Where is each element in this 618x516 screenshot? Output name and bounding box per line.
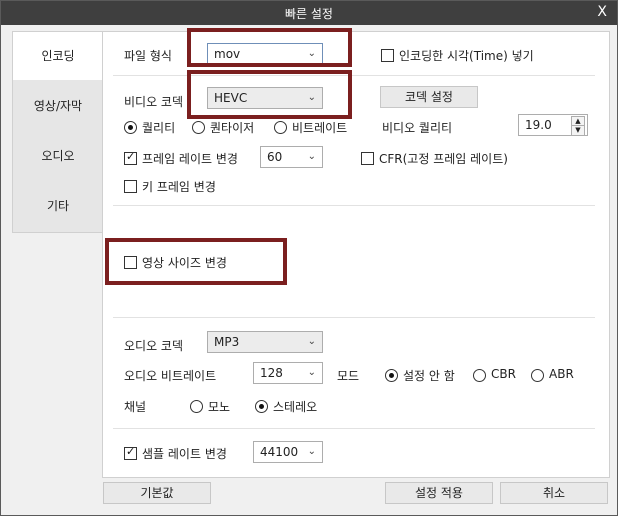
framerate-select[interactable]: 60 ⌄: [260, 146, 323, 168]
close-button[interactable]: X: [597, 4, 607, 20]
sidebar-item-other[interactable]: 기타: [13, 182, 103, 230]
keyframe-label: 키 프레임 변경: [142, 180, 216, 194]
codec-settings-button[interactable]: 코덱 설정: [380, 86, 478, 108]
cancel-button[interactable]: 취소: [500, 482, 608, 504]
mode-abr-label: ABR: [549, 367, 574, 381]
sidebar-item-encoding[interactable]: 인코딩: [13, 32, 103, 80]
change-size-label: 영상 사이즈 변경: [142, 256, 227, 270]
video-codec-select[interactable]: HEVC ⌄: [207, 87, 323, 109]
change-size-checkbox[interactable]: [124, 256, 137, 269]
divider: [113, 317, 595, 318]
audio-codec-select[interactable]: MP3 ⌄: [207, 331, 323, 353]
audio-codec-value: MP3: [214, 335, 240, 349]
framerate-value: 60: [267, 150, 283, 164]
audio-bitrate-label: 오디오 비트레이트: [124, 369, 217, 383]
mode-none-label: 설정 안 함: [403, 369, 455, 383]
sidebar-item-video-subtitle[interactable]: 영상/자막: [13, 82, 103, 130]
insert-time-checkbox[interactable]: [381, 49, 394, 62]
audio-codec-label: 오디오 코덱: [124, 339, 184, 353]
file-format-value: mov: [214, 47, 241, 61]
sidebar-item-label: 인코딩: [41, 49, 75, 63]
change-samplerate-label: 샘플 레이트 변경: [142, 447, 227, 461]
change-samplerate-checkbox[interactable]: [124, 445, 137, 460]
sidebar: 인코딩 영상/자막 오디오 기타: [12, 31, 104, 233]
title-bar: 빠른 설정 X: [1, 1, 617, 25]
chevron-down-icon: ⌄: [307, 367, 316, 378]
video-quality-spinbox[interactable]: 19.0 ▲ ▼: [518, 114, 588, 136]
mode-bitrate-label: 비트레이트: [292, 121, 348, 135]
mode-quality-radio[interactable]: [124, 121, 137, 134]
file-format-label: 파일 형식: [124, 49, 172, 63]
keyframe-checkbox[interactable]: [124, 180, 137, 193]
divider: [113, 428, 595, 429]
chevron-down-icon: ⌄: [307, 151, 316, 162]
channel-label: 채널: [124, 400, 147, 414]
samplerate-value: 44100: [260, 445, 299, 459]
mode-none-radio[interactable]: [385, 369, 398, 382]
insert-time-label: 인코딩한 시각(Time) 넣기: [399, 49, 534, 63]
sidebar-item-label: 영상/자막: [33, 99, 83, 113]
sidebar-item-label: 오디오: [41, 149, 75, 163]
divider: [113, 205, 595, 206]
cfr-label: CFR(고정 프레임 레이트): [379, 152, 508, 166]
mode-quantizer-radio[interactable]: [192, 121, 205, 134]
sidebar-item-label: 기타: [46, 199, 70, 213]
quick-settings-window: 빠른 설정 X 인코딩 영상/자막 오디오 기타 파일 형식 mov ⌄ 인코딩…: [0, 0, 618, 516]
chevron-down-icon: ⌄: [307, 336, 316, 347]
mode-cbr-radio[interactable]: [473, 369, 486, 382]
video-quality-label: 비디오 퀄리티: [382, 121, 453, 135]
channel-mono-radio[interactable]: [190, 400, 203, 413]
channel-stereo-label: 스테레오: [273, 400, 318, 414]
default-button[interactable]: 기본값: [103, 482, 211, 504]
channel-stereo-radio[interactable]: [255, 400, 268, 413]
chevron-down-icon: ⌄: [307, 92, 316, 103]
video-quality-value: 19.0: [525, 118, 552, 132]
settings-panel: 파일 형식 mov ⌄ 인코딩한 시각(Time) 넣기 비디오 코덱 HEVC…: [102, 31, 610, 478]
spin-down-icon[interactable]: ▼: [571, 125, 585, 136]
channel-mono-label: 모노: [208, 400, 231, 414]
mode-cbr-label: CBR: [491, 367, 516, 381]
video-codec-label: 비디오 코덱: [124, 95, 184, 109]
chevron-down-icon: ⌄: [307, 446, 316, 457]
chevron-down-icon: ⌄: [307, 48, 316, 59]
sidebar-item-audio[interactable]: 오디오: [13, 132, 103, 180]
mode-bitrate-radio[interactable]: [274, 121, 287, 134]
mode-abr-radio[interactable]: [531, 369, 544, 382]
window-title: 빠른 설정: [285, 7, 333, 21]
audio-bitrate-select[interactable]: 128 ⌄: [253, 362, 323, 384]
change-framerate-label: 프레임 레이트 변경: [142, 152, 238, 166]
divider: [113, 75, 595, 76]
change-framerate-checkbox[interactable]: [124, 150, 137, 165]
video-codec-value: HEVC: [214, 91, 248, 105]
audio-bitrate-value: 128: [260, 366, 283, 380]
samplerate-select[interactable]: 44100 ⌄: [253, 441, 323, 463]
mode-quantizer-label: 퀀타이저: [210, 121, 255, 135]
cfr-checkbox[interactable]: [361, 152, 374, 165]
apply-button[interactable]: 설정 적용: [385, 482, 493, 504]
file-format-select[interactable]: mov ⌄: [207, 43, 323, 65]
mode-quality-label: 퀄리티: [142, 121, 176, 135]
audio-mode-label: 모드: [337, 369, 360, 383]
